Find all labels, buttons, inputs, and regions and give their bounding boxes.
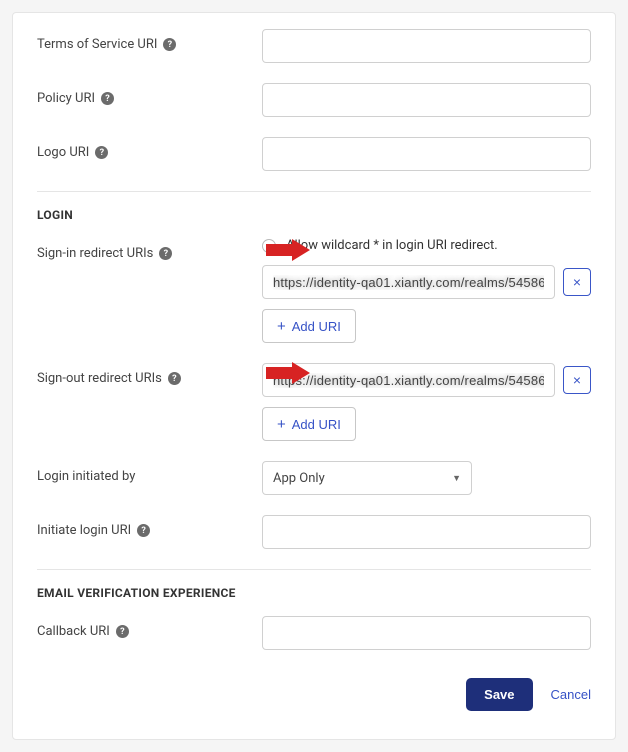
row-login-initiated-by: Login initiated by App Only ▼: [37, 451, 591, 505]
label-tos-uri: Terms of Service URI: [37, 37, 157, 52]
help-icon[interactable]: ?: [116, 625, 129, 638]
divider: [37, 569, 591, 570]
plus-icon: +: [277, 318, 286, 335]
help-icon[interactable]: ?: [95, 146, 108, 159]
signout-uri-input[interactable]: [262, 363, 555, 397]
help-icon[interactable]: ?: [163, 38, 176, 51]
help-icon[interactable]: ?: [137, 524, 150, 537]
signout-uri-row: ×: [262, 363, 591, 397]
help-icon[interactable]: ?: [159, 247, 172, 260]
save-button[interactable]: Save: [466, 678, 532, 711]
logo-uri-input[interactable]: [262, 137, 591, 171]
label-login-initiated-by: Login initiated by: [37, 469, 135, 484]
callback-uri-input[interactable]: [262, 616, 591, 650]
allow-wildcard-checkbox[interactable]: [262, 239, 276, 253]
policy-uri-input[interactable]: [262, 83, 591, 117]
login-initiated-by-value: App Only: [273, 471, 325, 486]
row-tos-uri: Terms of Service URI ?: [37, 19, 591, 73]
remove-signout-uri-button[interactable]: ×: [563, 366, 591, 394]
add-uri-label: Add URI: [292, 417, 341, 432]
section-email-verification-title: EMAIL VERIFICATION EXPERIENCE: [37, 574, 591, 606]
signin-uri-input[interactable]: [262, 265, 555, 299]
row-initiate-login-uri: Initiate login URI ?: [37, 505, 591, 559]
label-callback-uri: Callback URI: [37, 624, 110, 639]
label-signout-redirect: Sign-out redirect URIs: [37, 371, 162, 386]
signin-uri-row: ×: [262, 265, 591, 299]
add-signin-uri-button[interactable]: + Add URI: [262, 309, 356, 343]
row-callback-uri: Callback URI ?: [37, 606, 591, 660]
section-login-title: LOGIN: [37, 196, 591, 228]
initiate-login-uri-input[interactable]: [262, 515, 591, 549]
plus-icon: +: [277, 416, 286, 433]
help-icon[interactable]: ?: [168, 372, 181, 385]
settings-panel: Terms of Service URI ? Policy URI ? Logo…: [12, 12, 616, 740]
divider: [37, 191, 591, 192]
label-signin-redirect: Sign-in redirect URIs: [37, 246, 153, 261]
login-initiated-by-select[interactable]: App Only ▼: [262, 461, 472, 495]
remove-signin-uri-button[interactable]: ×: [563, 268, 591, 296]
button-row: Save Cancel: [37, 678, 591, 711]
allow-wildcard-row: Allow wildcard * in login URI redirect.: [262, 238, 591, 253]
row-signin-redirect: Sign-in redirect URIs ? Allow wildcard *…: [37, 228, 591, 353]
tos-uri-input[interactable]: [262, 29, 591, 63]
row-logo-uri: Logo URI ?: [37, 127, 591, 181]
allow-wildcard-label: Allow wildcard * in login URI redirect.: [286, 238, 498, 253]
label-logo-uri: Logo URI: [37, 145, 89, 160]
add-signout-uri-button[interactable]: + Add URI: [262, 407, 356, 441]
chevron-down-icon: ▼: [452, 473, 461, 484]
label-policy-uri: Policy URI: [37, 91, 95, 106]
help-icon[interactable]: ?: [101, 92, 114, 105]
cancel-button[interactable]: Cancel: [551, 687, 591, 702]
row-signout-redirect: Sign-out redirect URIs ? × + Add URI: [37, 353, 591, 451]
label-initiate-login-uri: Initiate login URI: [37, 523, 131, 538]
add-uri-label: Add URI: [292, 319, 341, 334]
row-policy-uri: Policy URI ?: [37, 73, 591, 127]
